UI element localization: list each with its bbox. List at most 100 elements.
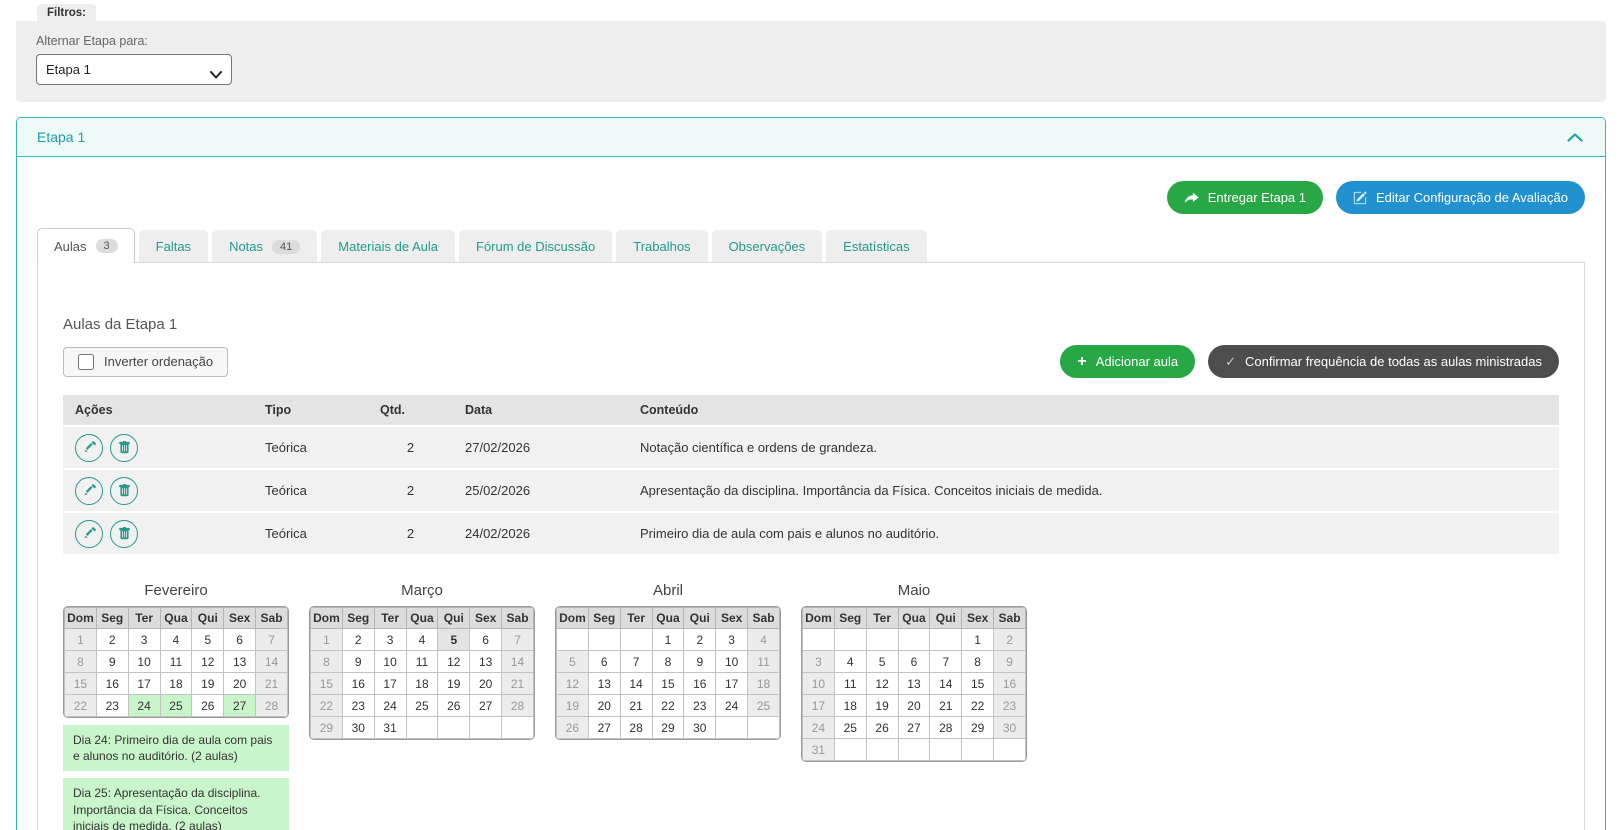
- calendar-day-cell: 21: [501, 672, 534, 695]
- cell-tipo: Teórica: [253, 513, 368, 554]
- calendar-day-cell: 12: [437, 650, 471, 673]
- calendar-legend-item: Dia 24: Primeiro dia de aula com pais e …: [63, 725, 289, 772]
- calendar-day-cell: [587, 628, 621, 651]
- calendar-day-cell: 6: [897, 650, 931, 673]
- calendar-legend-item: Dia 25: Apresentação da disciplina. Impo…: [63, 778, 289, 830]
- calendar-day-cell: [437, 716, 471, 739]
- column-header-tipo: Tipo: [253, 395, 368, 425]
- calendar-day-cell: 27: [223, 694, 257, 717]
- calendar-day-cell: 18: [405, 672, 439, 695]
- calendar-day-cell: 21: [929, 694, 963, 717]
- calendar-day-cell: 25: [833, 716, 867, 739]
- cell-conteudo: Apresentação da disciplina. Importância …: [628, 470, 1559, 511]
- aulas-table-header-row: Ações Tipo Qtd. Data Conteúdo: [63, 395, 1559, 425]
- confirm-attendance-button[interactable]: ✓ Confirmar frequência de todas as aulas…: [1208, 345, 1559, 378]
- edit-aula-button[interactable]: [75, 476, 103, 505]
- calendar-day-cell: 12: [556, 672, 589, 695]
- weekday-header: Seg: [95, 607, 129, 629]
- edit-aula-button[interactable]: [75, 519, 103, 548]
- calendar-day-cell: 14: [619, 672, 653, 695]
- calendar-day-cell: 13: [469, 650, 503, 673]
- calendar-day-cell: 30: [993, 716, 1026, 739]
- cell-qtd: 2: [368, 470, 453, 511]
- tab-label: Faltas: [155, 239, 192, 254]
- weekday-header: Qua: [651, 607, 685, 629]
- calendar-day-cell: 17: [127, 672, 161, 695]
- calendar-maio: Dom Seg Ter Qua Qui Sex Sab 1 2 3 4 5 6 7 8 9 10 11 12 13 14…: [801, 606, 1027, 762]
- calendar-day-cell: 9: [993, 650, 1026, 673]
- cell-acoes: [63, 513, 253, 554]
- delete-aula-button[interactable]: [110, 433, 138, 462]
- pencil-icon: [84, 441, 96, 453]
- calendar-day-cell: 7: [501, 628, 534, 651]
- edit-evaluation-config-button[interactable]: Editar Configuração de Avaliação: [1336, 181, 1585, 214]
- tab-label: Fórum de Discussão: [476, 239, 596, 254]
- weekday-header: Ter: [865, 607, 899, 629]
- delete-aula-button[interactable]: [110, 519, 138, 548]
- calendar-day-cell: 25: [747, 694, 780, 717]
- tab-forum-de-discussao[interactable]: Fórum de Discussão: [459, 230, 613, 262]
- invert-order-button[interactable]: Inverter ordenação: [63, 346, 229, 377]
- weekday-header: Sab: [747, 607, 780, 629]
- calendar-table: Dom Seg Ter Qua Qui Sex Sab 1 2 3 4 5 6 7 8 9 10 11 12 13 14…: [556, 607, 780, 739]
- calendar-day-cell: 16: [683, 672, 717, 695]
- calendar-day-cell: 16: [993, 672, 1026, 695]
- tab-aulas[interactable]: Aulas 3: [37, 228, 135, 263]
- plus-icon: +: [1077, 352, 1087, 370]
- tab-badge: 3: [95, 239, 118, 253]
- calendar-day-cell: 5: [437, 628, 471, 651]
- tab-materiais-de-aula[interactable]: Materiais de Aula: [321, 230, 456, 262]
- calendar-day-cell: 19: [191, 672, 225, 695]
- tabs-row: Aulas 3 Faltas Notas 41 Materiais de Aula Fóru…: [37, 228, 1585, 263]
- tab-label: Aulas: [54, 238, 87, 254]
- calendar-day-cell: [833, 738, 867, 761]
- tab-faltas[interactable]: Faltas: [138, 230, 209, 262]
- tab-notas[interactable]: Notas 41: [212, 230, 318, 262]
- tab-observacoes[interactable]: Observações: [711, 230, 823, 262]
- calendar-day-cell: 3: [802, 650, 835, 673]
- collapse-panel-button[interactable]: [1565, 129, 1585, 146]
- weekday-header: Dom: [64, 607, 97, 629]
- column-header-qtd: Qtd.: [368, 395, 453, 425]
- calendar-day-cell: 9: [341, 650, 375, 673]
- weekday-header: Sex: [469, 607, 503, 629]
- stage-select[interactable]: Etapa 1: [37, 55, 231, 84]
- chevron-up-icon: [1567, 132, 1583, 142]
- calendar-day-cell: 22: [651, 694, 685, 717]
- calendar-day-cell: 6: [223, 628, 257, 651]
- tab-estatisticas[interactable]: Estatísticas: [826, 230, 927, 262]
- pencil-square-icon: [1353, 190, 1367, 204]
- calendars-row: Fevereiro Dom Seg Ter Qua Qui Sex Sab 1 2 3 4 5 6 7 8 9 1…: [63, 582, 1559, 830]
- calendar-day-cell: [556, 628, 589, 651]
- calendar-day-cell: 5: [556, 650, 589, 673]
- app-screen: Filtros: Alternar Etapa para: Etapa 1 Et…: [0, 0, 1622, 830]
- calendar-day-cell: 4: [405, 628, 439, 651]
- calendar-day-cell: 3: [127, 628, 161, 651]
- calendar-day-cell: 20: [587, 694, 621, 717]
- delete-aula-button[interactable]: [110, 476, 138, 505]
- calendar-day-cell: [405, 716, 439, 739]
- etapa-panel-header[interactable]: Etapa 1: [17, 118, 1605, 157]
- aulas-table-body: Teórica 2 27/02/2026 Notação científica e o…: [63, 427, 1559, 554]
- weekday-header: Qui: [683, 607, 717, 629]
- cell-acoes: [63, 427, 253, 468]
- calendar-day-cell: 10: [127, 650, 161, 673]
- calendar-day-cell: [993, 738, 1026, 761]
- calendar-day-cell: 16: [341, 672, 375, 695]
- deliver-stage-button[interactable]: Entregar Etapa 1: [1166, 181, 1323, 214]
- calendar-day-cell: 24: [715, 694, 749, 717]
- weekday-header: Qua: [897, 607, 931, 629]
- edit-aula-button[interactable]: [75, 433, 103, 462]
- calendar-day-cell: 22: [310, 694, 343, 717]
- calendar-month-title: Fevereiro: [144, 582, 208, 599]
- weekday-header: Dom: [310, 607, 343, 629]
- invert-order-checkbox[interactable]: [78, 353, 94, 370]
- calendar-day-cell: 31: [802, 738, 835, 761]
- aulas-action-buttons: + Adicionar aula ✓ Confirmar frequência …: [1060, 345, 1559, 378]
- add-aula-button[interactable]: + Adicionar aula: [1060, 345, 1196, 378]
- calendar-day-cell: 4: [747, 628, 780, 651]
- calendar-day-cell: 2: [95, 628, 129, 651]
- calendar-day-cell: 19: [556, 694, 589, 717]
- tab-content-card: Aulas da Etapa 1 Inverter ordenação + Ad…: [37, 262, 1585, 830]
- tab-trabalhos[interactable]: Trabalhos: [616, 230, 708, 262]
